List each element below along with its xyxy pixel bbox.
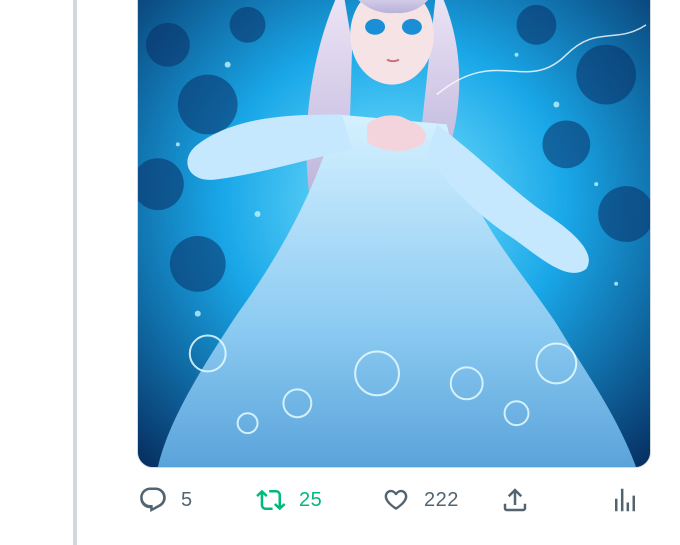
thread-connector-line <box>73 0 77 545</box>
share-icon <box>499 484 531 516</box>
heart-icon <box>380 484 412 516</box>
retweet-count: 25 <box>299 488 323 511</box>
retweet-button[interactable]: 25 <box>255 480 322 520</box>
reply-button[interactable]: 5 <box>137 480 193 520</box>
retweet-icon <box>255 484 287 516</box>
reply-icon <box>137 484 169 516</box>
like-count: 222 <box>424 488 459 511</box>
like-button[interactable]: 222 <box>380 480 459 520</box>
analytics-button[interactable] <box>609 480 641 520</box>
analytics-icon <box>609 484 641 516</box>
anime-girl-illustration <box>138 0 650 467</box>
reply-count: 5 <box>181 488 193 511</box>
tweet-media-image[interactable] <box>137 0 651 468</box>
tweet-action-bar: 5 25 222 <box>137 480 637 520</box>
share-button[interactable] <box>499 480 531 520</box>
